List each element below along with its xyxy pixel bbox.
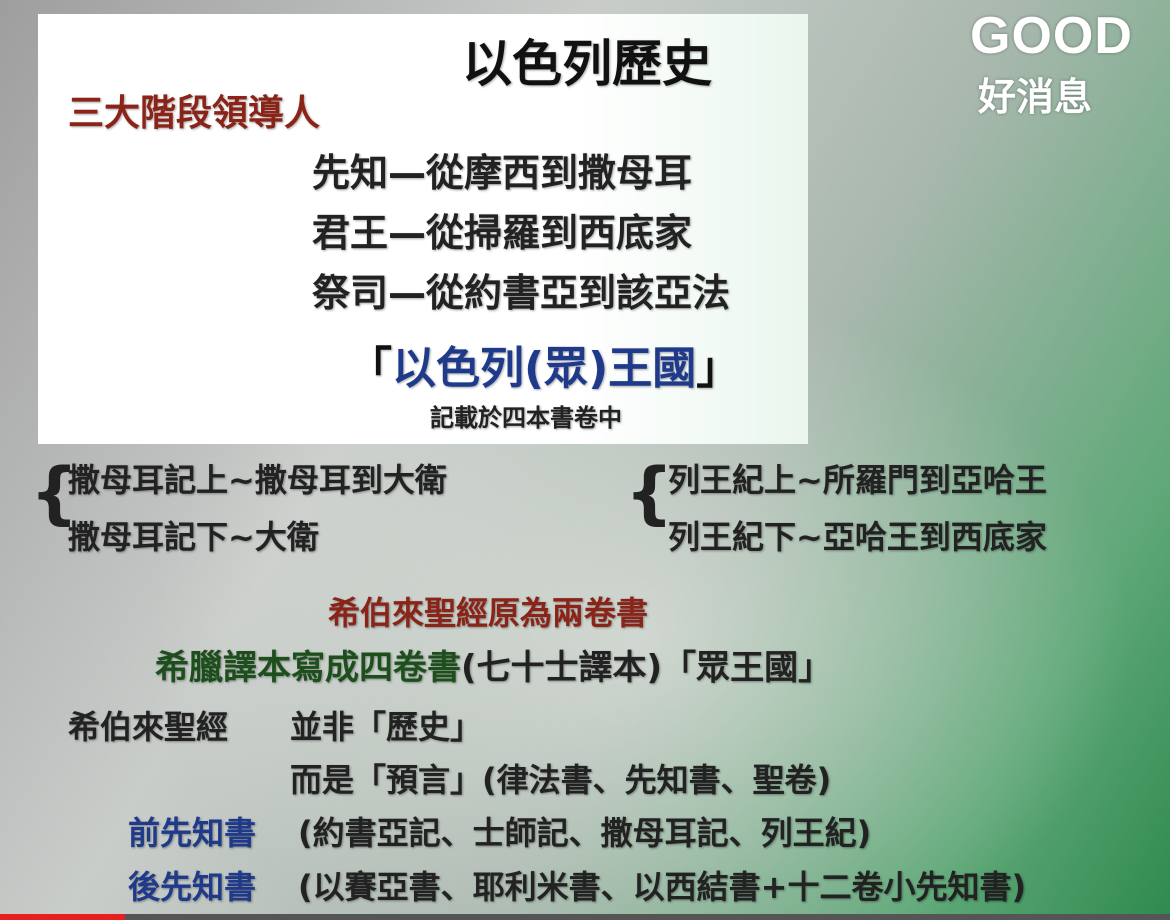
- latter-prophets-list: (以賽亞書、耶利米書、以西結書+十二卷小先知書): [298, 868, 1027, 906]
- former-prophets-list: (約書亞記、士師記、撒母耳記、列王紀): [298, 814, 872, 852]
- kings-second-line: 列王紀下~亞哈王到西底家: [668, 518, 1047, 556]
- good-tv-logo: GOOD 好消息: [970, 6, 1160, 119]
- kingdom-name: 以色列(眾)王國: [392, 343, 697, 394]
- kingdom-heading: 「以色列(眾)王國」: [348, 332, 740, 396]
- slide-title: 以色列歷史: [462, 35, 712, 93]
- right-brace: {: [625, 454, 674, 533]
- leader-line-priests: 祭司—從約書亞到該亞法: [312, 271, 731, 315]
- kings-first-line: 列王紀上~所羅門到亞哈王: [668, 461, 1047, 499]
- kingdom-close-quote: 」: [696, 343, 741, 394]
- septuagint-text: (七十士譯本)「眾王國」: [461, 648, 833, 688]
- logo-brand-text: GOOD: [970, 7, 1133, 65]
- samuel-second-line: 撒母耳記下~大衛: [68, 518, 319, 556]
- leaders-heading: 三大階段領導人: [68, 93, 321, 134]
- hebrew-bible-label: 希伯來聖經: [68, 708, 229, 746]
- video-progress-bar[interactable]: [0, 914, 1170, 920]
- video-progress-fill: [0, 914, 126, 920]
- greek-four-books-line: 希臘譯本寫成四卷書(七十士譯本)「眾王國」: [155, 640, 832, 689]
- but-prophecy-line: 而是「預言」(律法書、先知書、聖卷): [290, 761, 832, 799]
- samuel-first-line: 撒母耳記上~撒母耳到大衛: [68, 461, 447, 499]
- not-history-line: 並非「歷史」: [290, 708, 483, 746]
- leader-line-kings: 君王—從掃羅到西底家: [312, 211, 693, 255]
- former-prophets-label: 前先知書: [128, 814, 257, 852]
- leader-line-prophets: 先知—從摩西到撒母耳: [312, 151, 693, 195]
- logo-subtitle: 好消息: [978, 75, 1093, 119]
- kingdom-open-quote: 「: [348, 343, 392, 394]
- kingdom-note: 記載於四本書卷中: [430, 404, 622, 432]
- greek-four-books-text: 希臘譯本寫成四卷書: [155, 648, 461, 688]
- hebrew-two-books-line: 希伯來聖經原為兩卷書: [328, 594, 649, 632]
- latter-prophets-label: 後先知書: [128, 868, 257, 906]
